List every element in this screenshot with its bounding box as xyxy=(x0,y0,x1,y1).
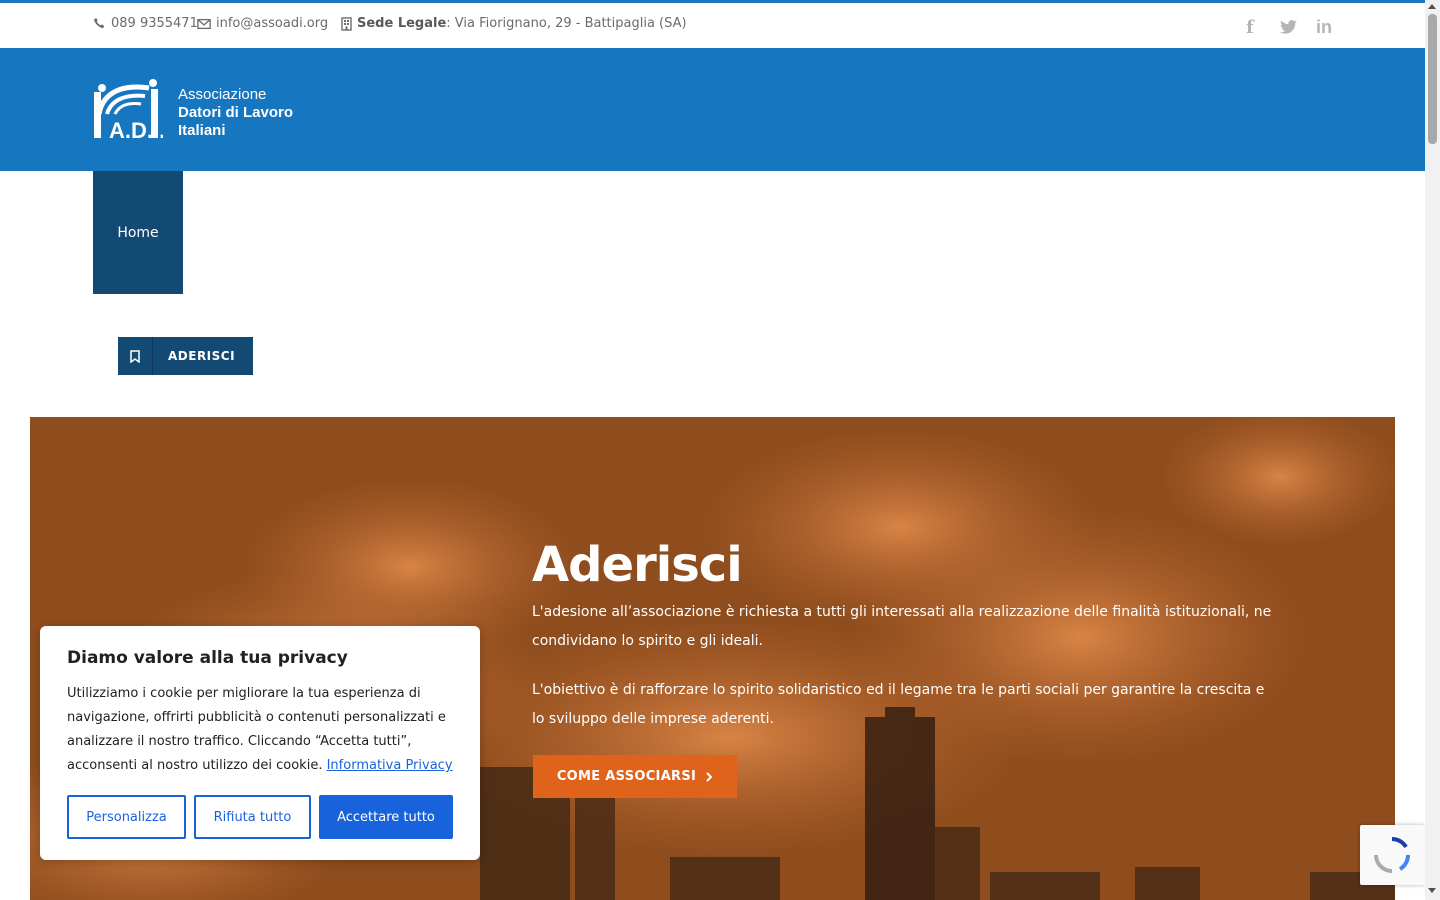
email-contact[interactable]: info@assoadi.org xyxy=(197,16,328,31)
nav-item-home-label: Home xyxy=(117,224,159,241)
accept-all-button[interactable]: Accettare tutto xyxy=(319,795,453,839)
chevron-right-icon xyxy=(706,771,713,782)
privacy-policy-link[interactable]: Informativa Privacy xyxy=(327,758,453,773)
scrollbar-thumb[interactable] xyxy=(1428,14,1437,144)
site-logo[interactable]: A.D.I. xyxy=(93,78,165,143)
logo-line-2: Datori di Lavoro xyxy=(178,104,294,121)
twitter-icon[interactable] xyxy=(1280,20,1297,34)
facebook-icon[interactable]: f xyxy=(1246,17,1254,38)
site-header: A.D.I. Associazione Datori di Lavoro Ita… xyxy=(0,48,1425,171)
cta-label: COME ASSOCIARSI xyxy=(556,769,697,784)
hero-paragraph-2: L'obiettivo è di rafforzare lo spirito s… xyxy=(532,682,1265,727)
logo-mark-text: A.D.I. xyxy=(109,118,163,140)
page-scrollbar[interactable] xyxy=(1425,0,1440,900)
recaptcha-badge[interactable] xyxy=(1360,825,1425,885)
aderisci-button-label: ADERISCI xyxy=(168,349,236,363)
email-address: info@assoadi.org xyxy=(216,16,329,31)
recaptcha-icon xyxy=(1374,836,1411,873)
envelope-icon xyxy=(197,18,211,29)
nav-item-home[interactable]: Home xyxy=(93,171,183,294)
logo-line-3: Italiani xyxy=(178,122,226,139)
hero-paragraph-1: L'adesione all’associazione è richiesta … xyxy=(532,604,1272,649)
scroll-down-arrow-icon[interactable] xyxy=(1428,888,1436,893)
phone-contact[interactable]: 089 9355471 xyxy=(93,16,198,31)
building-icon xyxy=(341,16,352,31)
come-associarsi-button[interactable]: COME ASSOCIARSI xyxy=(533,755,737,798)
bookmark-icon xyxy=(118,337,153,375)
address-text: : Via Fiorignano, 29 - Battipaglia (SA) xyxy=(446,16,687,31)
cookie-title: Diamo valore alla tua privacy xyxy=(67,648,348,668)
address-info: Sede Legale: Via Fiorignano, 29 - Battip… xyxy=(341,16,687,31)
top-bar: 089 9355471 info@assoadi.org Sede Legale… xyxy=(0,3,1425,48)
aderisci-button[interactable]: ADERISCI xyxy=(118,337,253,375)
cookie-consent-banner: Diamo valore alla tua privacy Utilizziam… xyxy=(40,626,480,860)
linkedin-icon[interactable]: in xyxy=(1316,17,1332,38)
logo-line-1: Associazione xyxy=(178,86,267,103)
phone-icon xyxy=(93,17,105,29)
scroll-up-arrow-icon[interactable] xyxy=(1428,4,1436,9)
phone-number: 089 9355471 xyxy=(111,16,198,31)
customize-button[interactable]: Personalizza xyxy=(67,795,186,839)
cookie-text: Utilizziamo i cookie per migliorare la t… xyxy=(67,682,457,778)
hero-title: Aderisci xyxy=(532,537,743,593)
logo-text[interactable]: Associazione Datori di Lavoro Italiani xyxy=(178,86,293,140)
reject-all-button[interactable]: Rifiuta tutto xyxy=(194,795,311,839)
address-label: Sede Legale xyxy=(357,16,447,31)
adi-logo-mark: A.D.I. xyxy=(94,79,165,143)
